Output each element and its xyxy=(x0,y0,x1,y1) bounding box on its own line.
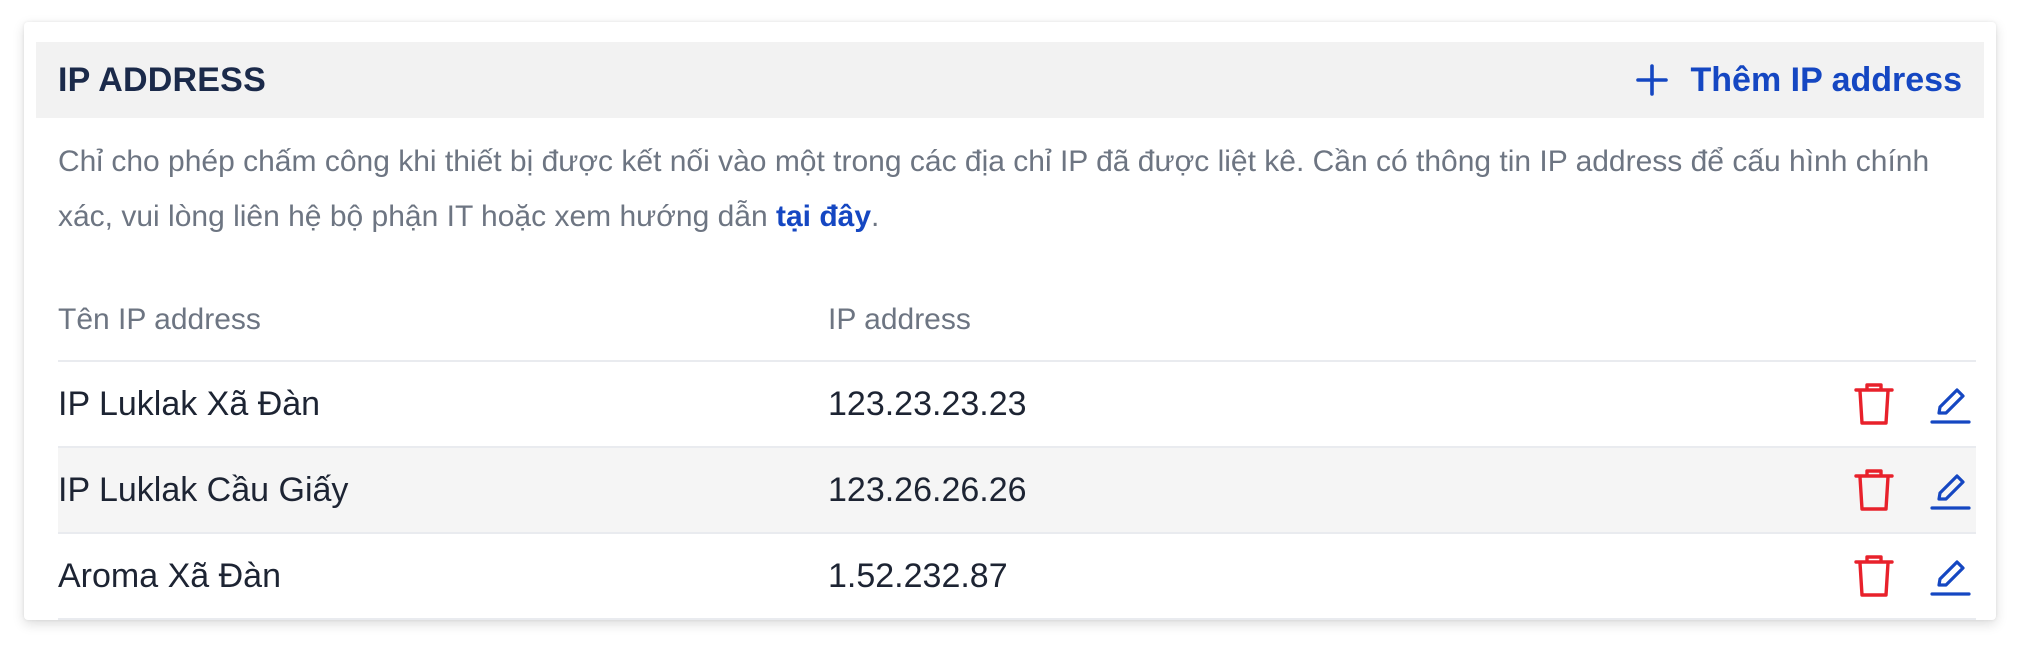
ip-address-table: Tên IP address IP address IP Luklak Xã Đ… xyxy=(58,280,1976,620)
trash-icon xyxy=(1854,555,1894,597)
trash-icon xyxy=(1854,469,1894,511)
table-header: Tên IP address IP address xyxy=(58,280,1976,362)
description-text: Chỉ cho phép chấm công khi thiết bị được… xyxy=(58,145,1930,233)
edit-button[interactable] xyxy=(1928,382,1972,426)
plus-icon xyxy=(1635,64,1668,96)
ip-value-cell: 123.26.26.26 xyxy=(828,470,1027,509)
delete-button[interactable] xyxy=(1852,468,1896,512)
row-actions xyxy=(1846,468,1976,512)
trash-icon xyxy=(1854,383,1894,425)
table-row: IP Luklak Xã Đàn 123.23.23.23 xyxy=(58,362,1976,448)
edit-button[interactable] xyxy=(1928,468,1972,512)
description-suffix: . xyxy=(871,200,880,233)
ip-address-card: IP ADDRESS Thêm IP address Chỉ cho phép … xyxy=(24,22,1996,620)
column-header-name: Tên IP address xyxy=(58,303,261,336)
ip-name-cell: Aroma Xã Đàn xyxy=(58,556,281,595)
pencil-icon xyxy=(1930,474,1971,510)
column-header-ip: IP address xyxy=(828,303,971,336)
section-title: IP ADDRESS xyxy=(58,60,266,99)
ip-name-cell: IP Luklak Xã Đàn xyxy=(58,384,321,423)
row-actions xyxy=(1846,382,1976,426)
table-row: IP Luklak Cầu Giấy 123.26.26.26 xyxy=(58,448,1976,534)
add-ip-address-label: Thêm IP address xyxy=(1690,60,1963,99)
description: Chỉ cho phép chấm công khi thiết bị được… xyxy=(58,134,1988,244)
ip-value-cell: 123.23.23.23 xyxy=(828,384,1027,423)
add-ip-address-button[interactable]: Thêm IP address xyxy=(1635,60,1963,100)
ip-name-cell: IP Luklak Cầu Giấy xyxy=(58,470,349,509)
guide-link[interactable]: tại đây xyxy=(776,200,871,233)
delete-button[interactable] xyxy=(1852,554,1896,598)
delete-button[interactable] xyxy=(1852,382,1896,426)
edit-button[interactable] xyxy=(1928,554,1972,598)
row-actions xyxy=(1846,554,1976,598)
section-header: IP ADDRESS Thêm IP address xyxy=(36,42,1984,118)
pencil-icon xyxy=(1930,560,1971,596)
ip-value-cell: 1.52.232.87 xyxy=(828,556,1008,595)
table-row: Aroma Xã Đàn 1.52.232.87 xyxy=(58,534,1976,620)
pencil-icon xyxy=(1930,388,1971,424)
